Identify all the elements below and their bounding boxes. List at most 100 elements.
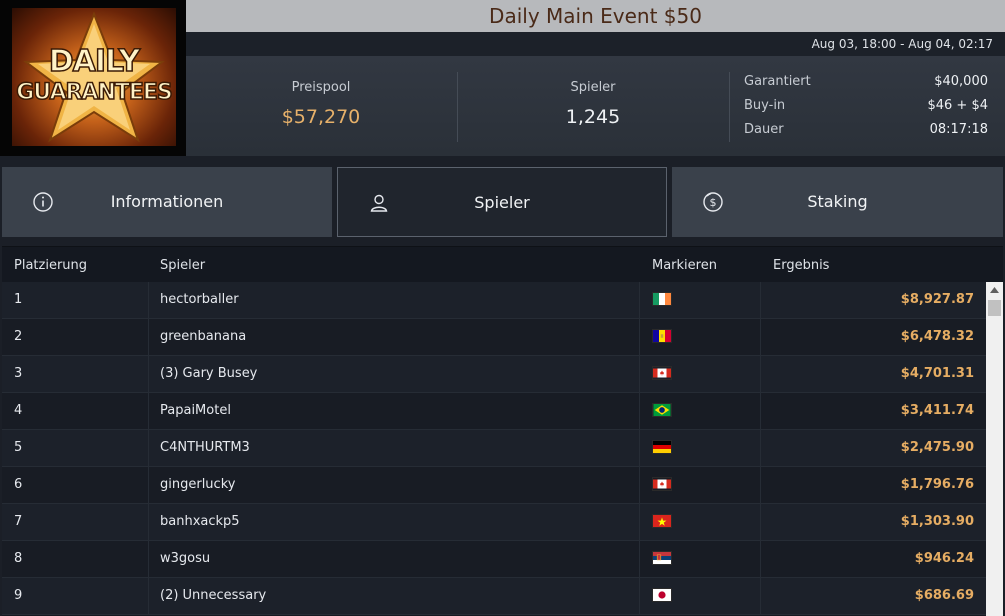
column-divider [148,467,149,504]
table-row[interactable]: 1 hectorballer $8,927.87 [2,282,986,319]
vietnam-flag-icon [652,514,672,530]
column-divider [760,541,761,578]
result-cell: $1,796.76 [900,477,974,492]
table-body: 1 hectorballer $8,927.87 2 greenbanana $6,478… [2,282,986,615]
player-name-cell[interactable]: w3gosu [160,541,210,577]
result-cell: $1,303.90 [900,514,974,529]
column-divider [760,393,761,430]
column-divider [148,319,149,356]
table-row[interactable]: 9 (2) Unnecessary $686.69 [2,578,986,615]
stats-panel: Preispool $57,270 Spieler 1,245 Garantie… [186,56,1005,156]
tab-bar: Informationen Spieler $ Staking [0,156,1005,246]
table-row[interactable]: 6 gingerlucky $1,796.76 [2,467,986,504]
brazil-flag-icon [652,403,672,419]
result-cell: $946.24 [914,551,974,566]
germany-flag-icon [652,440,672,456]
tab-informationen[interactable]: Informationen [2,167,332,237]
place-cell: 4 [14,403,23,418]
place-cell: 1 [14,292,23,307]
result-cell: $2,475.90 [900,440,974,455]
scrollbar-thumb[interactable] [988,300,1001,316]
chevron-up-icon [990,287,999,293]
column-divider [760,578,761,615]
column-divider [760,356,761,393]
column-divider [148,541,149,578]
column-divider [148,393,149,430]
tournament-details: Garantiert $40,000 Buy-in $46 + $4 Dauer… [744,74,988,146]
scroll-up-button[interactable] [986,282,1003,299]
logo-artwork: DAILY GUARANTEES [12,8,176,146]
column-divider [148,356,149,393]
player-name-cell[interactable]: gingerlucky [160,467,235,503]
place-cell: 6 [14,477,23,492]
tab-label: Staking [807,192,868,211]
column-divider [148,578,149,615]
prize-pool-stat: Preispool $57,270 [186,56,456,156]
prize-pool-label: Preispool [291,80,351,95]
column-divider [639,541,640,578]
detail-value: $40,000 [934,74,988,89]
column-divider [639,467,640,504]
column-header-mark[interactable]: Markieren [652,258,717,273]
column-divider [639,504,640,541]
column-divider [639,578,640,615]
tournament-logo: DAILY GUARANTEES [0,0,186,156]
players-table: Platzierung Spieler Markieren Ergebnis 1… [2,246,1003,616]
result-cell: $6,478.32 [900,329,974,344]
player-name-cell[interactable]: (3) Gary Busey [160,356,257,392]
tab-spieler[interactable]: Spieler [337,167,667,237]
place-cell: 7 [14,514,23,529]
table-header: Platzierung Spieler Markieren Ergebnis [2,246,1003,282]
player-name-cell[interactable]: PapaiMotel [160,393,231,429]
result-cell: $4,701.31 [900,366,974,381]
player-name-cell[interactable]: banhxackp5 [160,504,240,540]
players-label: Spieler [570,80,616,95]
column-divider [760,504,761,541]
column-header-result[interactable]: Ergebnis [773,258,829,273]
tournament-title: Daily Main Event $50 [489,4,702,28]
column-divider [760,430,761,467]
column-divider [148,282,149,319]
column-divider [148,430,149,467]
column-header-player[interactable]: Spieler [160,258,205,273]
player-name-cell[interactable]: greenbanana [160,319,246,355]
detail-value: $46 + $4 [927,98,988,113]
serbia-flag-icon [652,551,672,567]
table-row[interactable]: 5 C4NTHURTM3 $2,475.90 [2,430,986,467]
column-header-place[interactable]: Platzierung [14,258,87,273]
place-cell: 2 [14,329,23,344]
table-row[interactable]: 3 (3) Gary Busey $4,701.31 [2,356,986,393]
scrollbar[interactable] [986,282,1003,616]
players-value: 1,245 [565,106,621,128]
column-divider [148,504,149,541]
column-divider [760,319,761,356]
table-row[interactable]: 4 PapaiMotel $3,411.74 [2,393,986,430]
players-stat: Spieler 1,245 [458,56,728,156]
result-cell: $8,927.87 [900,292,974,307]
ireland-flag-icon [652,292,672,308]
column-divider [760,467,761,504]
detail-value: 08:17:18 [929,122,988,137]
date-range: Aug 03, 18:00 - Aug 04, 02:17 [811,37,993,51]
prize-pool-value: $57,270 [281,106,361,128]
table-row[interactable]: 2 greenbanana $6,478.32 [2,319,986,356]
column-divider [760,282,761,319]
canada-flag-icon [652,477,672,493]
japan-flag-icon [652,588,672,604]
column-divider [639,393,640,430]
player-name-cell[interactable]: hectorballer [160,282,239,318]
player-name-cell[interactable]: (2) Unnecessary [160,578,266,614]
table-row[interactable]: 7 banhxackp5 $1,303.90 [2,504,986,541]
player-name-cell[interactable]: C4NTHURTM3 [160,430,250,466]
result-cell: $686.69 [914,588,974,603]
tab-staking[interactable]: $ Staking [672,167,1003,237]
place-cell: 5 [14,440,23,455]
logo-text-guarantees: GUARANTEES [15,79,173,106]
title-bar: Daily Main Event $50 [186,0,1005,32]
tab-label: Informationen [110,192,224,211]
table-row[interactable]: 8 w3gosu $946.24 [2,541,986,578]
place-cell: 9 [14,588,23,603]
column-divider [639,319,640,356]
detail-label: Dauer [744,122,784,137]
detail-label: Garantiert [744,74,811,89]
